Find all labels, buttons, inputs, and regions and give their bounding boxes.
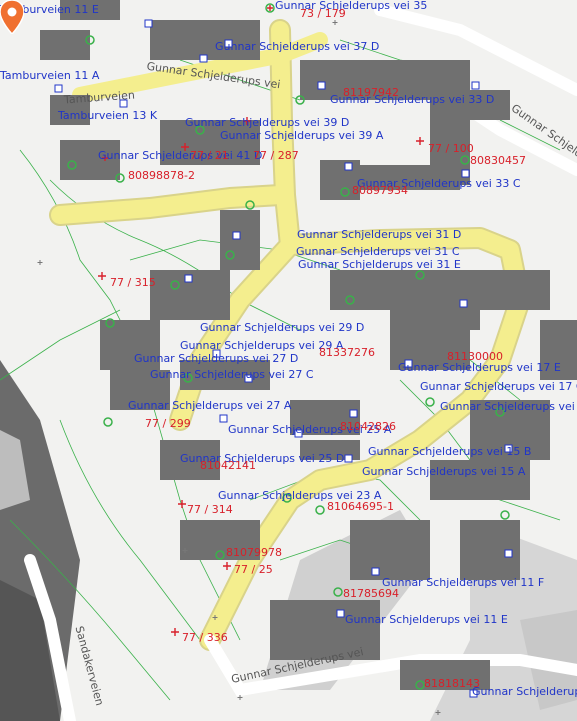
- address-label[interactable]: Gunnar Schjelderups vei 15 A: [362, 466, 525, 478]
- parcel-label[interactable]: 77 / 287: [253, 150, 299, 162]
- parcel-label[interactable]: 77 / 299: [145, 418, 191, 430]
- address-label[interactable]: Gunnar Schjelderups vei 39 A: [220, 130, 383, 142]
- address-label[interactable]: Gunnar Schjelderups vei 35: [275, 0, 427, 12]
- address-label[interactable]: Gunnar Schjelderups vei 27 C: [150, 369, 314, 381]
- parcel-label[interactable]: 77 / 21: [190, 150, 229, 162]
- parcel-label[interactable]: 77 / 314: [187, 504, 233, 516]
- address-label[interactable]: Gunnar Schjelderups vei 15 B: [368, 446, 531, 458]
- parcel-label[interactable]: 81079978: [226, 547, 282, 559]
- address-label[interactable]: Gunnar Schjelderups vei 31 D: [297, 229, 461, 241]
- parcel-label[interactable]: 80897934: [352, 185, 408, 197]
- parcel-label[interactable]: 81042141: [200, 460, 256, 472]
- map-canvas[interactable]: Gunnar Schjelderups vei Gunnar Schjelder…: [0, 0, 577, 721]
- parcel-label[interactable]: 81337276: [319, 347, 375, 359]
- parcel-label[interactable]: 80830457: [470, 155, 526, 167]
- parcel-label[interactable]: 81064695-1: [327, 501, 394, 513]
- address-label[interactable]: Gunnar Schjelderups vei 37 D: [215, 41, 379, 53]
- address-label[interactable]: Gunnar Schjelderups vei 31 E: [298, 259, 461, 271]
- address-label[interactable]: Gunnar Schjelderups vei 17 E: [398, 362, 561, 374]
- address-label[interactable]: Gunnar Schjelderups vei 41 D: [98, 150, 262, 162]
- parcel-label[interactable]: 81042826: [340, 421, 396, 433]
- address-label[interactable]: Gunnar Schjelderups vei 11: [472, 686, 577, 698]
- location-pin-icon[interactable]: [0, 0, 24, 34]
- address-label[interactable]: Gunnar Schjelderups vei 27 D: [134, 353, 298, 365]
- parcel-label[interactable]: 81130000: [447, 351, 503, 363]
- address-label[interactable]: Gunnar Schjelderups vei 21: [440, 401, 577, 413]
- address-label[interactable]: Gunnar Schjelderups vei 11 F: [382, 577, 544, 589]
- address-label[interactable]: Gunnar Schjelderups vei 27 A: [128, 400, 291, 412]
- address-label[interactable]: Gunnar Schjelderups vei 17 C: [420, 381, 577, 393]
- parcel-label[interactable]: 81197942: [343, 87, 399, 99]
- parcel-label[interactable]: 77 / 315: [110, 277, 156, 289]
- parcel-label[interactable]: 80898878-2: [128, 170, 195, 182]
- parcel-label[interactable]: 77 / 336: [182, 632, 228, 644]
- parcel-label[interactable]: 81785694: [343, 588, 399, 600]
- address-label[interactable]: Tamburveien 13 K: [58, 110, 157, 122]
- address-label[interactable]: Gunnar Schjelderups vei 11 E: [345, 614, 508, 626]
- address-label[interactable]: Gunnar Schjelderups vei 31 C: [296, 246, 460, 258]
- parcel-label[interactable]: 73 / 179: [300, 8, 346, 20]
- address-label[interactable]: Gunnar Schjelderups vei 29 D: [200, 322, 364, 334]
- parcel-label[interactable]: 81818143: [424, 678, 480, 690]
- address-label[interactable]: Tamburveien 11 A: [0, 70, 99, 82]
- parcel-label[interactable]: 77 / 100: [428, 143, 474, 155]
- address-label[interactable]: Gunnar Schjelderups vei 39 D: [185, 117, 349, 129]
- parcel-label[interactable]: 77 / 25: [234, 564, 273, 576]
